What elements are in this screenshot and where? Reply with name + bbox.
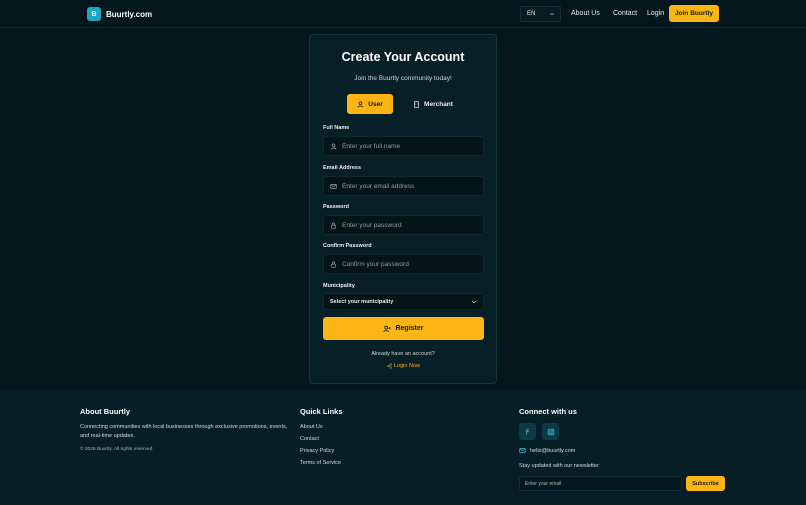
newsletter-field[interactable] bbox=[519, 476, 682, 491]
email-field[interactable] bbox=[323, 176, 484, 196]
logo-icon: B bbox=[87, 7, 101, 21]
subscribe-button[interactable]: Subscribe bbox=[686, 476, 725, 491]
page-title: Create Your Account bbox=[341, 50, 465, 64]
footer-copyright: © 2025 Buurtly. All rights reserved. bbox=[80, 447, 154, 452]
footer-about-title: About Buurtly bbox=[80, 407, 130, 416]
municipality-label: Municipality bbox=[323, 283, 355, 289]
chevron-down-icon bbox=[549, 12, 555, 16]
newsletter-input[interactable] bbox=[525, 480, 675, 487]
role-user-button[interactable]: User bbox=[347, 94, 393, 114]
lock-icon bbox=[331, 261, 336, 268]
footer-quick-links-title: Quick Links bbox=[300, 407, 343, 416]
login-icon bbox=[386, 363, 392, 369]
role-merchant-button[interactable]: Merchant bbox=[408, 94, 458, 114]
mail-icon bbox=[519, 448, 526, 453]
register-card: Create Your Account Join the Buurtly com… bbox=[309, 34, 497, 384]
login-now-label: Login Now bbox=[394, 363, 420, 369]
building-icon bbox=[414, 100, 419, 108]
footer-link-about[interactable]: About Us bbox=[300, 424, 323, 430]
language-select[interactable]: EN bbox=[520, 6, 561, 22]
full-name-input[interactable] bbox=[342, 142, 472, 150]
brand-name: Buurtly.com bbox=[106, 9, 153, 19]
nav-login-link[interactable]: Login bbox=[647, 10, 664, 17]
email-label: Email Address bbox=[323, 165, 362, 171]
footer-email-text: hello@buurtly.com bbox=[530, 447, 576, 454]
login-now-link[interactable]: Login Now bbox=[310, 363, 496, 369]
logo[interactable]: B Buurtly.com bbox=[87, 7, 152, 21]
already-account-text: Already have an account? bbox=[371, 351, 435, 357]
email-input[interactable] bbox=[342, 182, 472, 190]
municipality-select[interactable]: Select your municipality bbox=[323, 293, 484, 310]
footer-link-terms[interactable]: Terms of Service bbox=[300, 460, 341, 466]
password-label: Password bbox=[323, 204, 349, 210]
municipality-value: Select your municipality bbox=[330, 298, 394, 305]
full-name-field[interactable] bbox=[323, 136, 484, 156]
full-name-label: Full Name bbox=[323, 125, 350, 131]
register-button[interactable]: Register bbox=[323, 317, 484, 340]
page-subtitle: Join the Buurtly community today! bbox=[354, 75, 452, 82]
language-value: EN bbox=[527, 11, 536, 17]
mail-icon bbox=[330, 183, 337, 189]
footer-link-contact[interactable]: Contact bbox=[300, 436, 319, 442]
confirm-password-input[interactable] bbox=[342, 260, 472, 268]
footer-connect-title: Connect with us bbox=[519, 407, 577, 416]
instagram-button[interactable] bbox=[542, 423, 559, 440]
newsletter-label: Stay updated with our newsletter bbox=[519, 463, 599, 469]
role-merchant-label: Merchant bbox=[424, 100, 453, 108]
user-icon bbox=[330, 143, 337, 149]
footer: About Buurtly Connecting communities wit… bbox=[0, 390, 806, 505]
footer-link-privacy[interactable]: Privacy Policy bbox=[300, 448, 334, 454]
footer-email[interactable]: hello@buurtly.com bbox=[519, 447, 575, 454]
user-icon bbox=[357, 101, 364, 107]
role-user-label: User bbox=[368, 100, 383, 108]
nav-contact-link[interactable]: Contact bbox=[613, 10, 637, 17]
facebook-button[interactable] bbox=[519, 423, 536, 440]
password-input[interactable] bbox=[342, 221, 472, 229]
facebook-icon bbox=[525, 428, 529, 435]
footer-about-text: Connecting communities with local busine… bbox=[80, 424, 288, 439]
nav-about-link[interactable]: About Us bbox=[571, 10, 600, 17]
top-nav: B Buurtly.com EN About Us Contact Login … bbox=[0, 0, 806, 28]
password-field[interactable] bbox=[323, 215, 484, 235]
user-plus-icon bbox=[383, 325, 392, 332]
instagram-icon bbox=[547, 428, 554, 435]
chevron-down-icon bbox=[471, 300, 477, 303]
confirm-password-field[interactable] bbox=[323, 254, 484, 274]
join-button[interactable]: Join Buurtly bbox=[669, 5, 719, 22]
confirm-password-label: Confirm Password bbox=[323, 243, 372, 249]
register-label: Register bbox=[395, 325, 424, 332]
lock-icon bbox=[331, 222, 336, 229]
